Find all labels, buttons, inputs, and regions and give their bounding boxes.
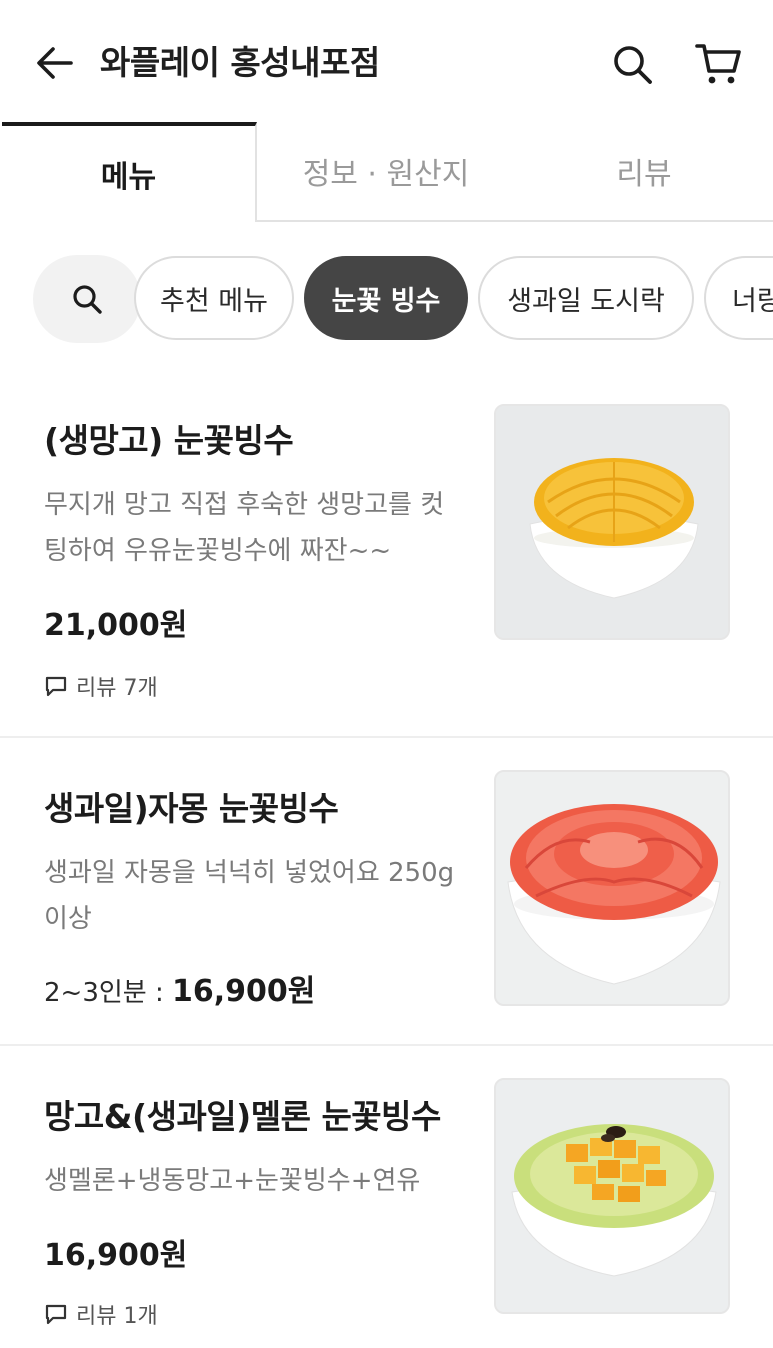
- comment-icon: [45, 676, 67, 697]
- search-icon: [73, 285, 102, 314]
- category-search-button[interactable]: [33, 255, 141, 343]
- cart-button[interactable]: [690, 38, 746, 90]
- store-tabs: 메뉴 정보 · 원산지 리뷰: [0, 122, 773, 224]
- menu-item-price: 16,900원: [44, 1238, 188, 1273]
- tab-review[interactable]: 리뷰: [515, 122, 773, 222]
- menu-item-image[interactable]: [494, 770, 730, 1006]
- menu-item-review-count[interactable]: 리뷰 1개: [44, 1298, 158, 1330]
- chip-next-category[interactable]: 너랑: [704, 256, 773, 340]
- back-button[interactable]: [32, 40, 78, 86]
- store-title: 와플레이 홍성내포점: [100, 43, 380, 82]
- arrow-left-icon: [37, 47, 73, 79]
- menu-item[interactable]: 생과일)자몽 눈꽃빙수 생과일 자몽을 넉넉히 넣었어요 250g이상 2~3인…: [0, 738, 773, 1044]
- price-value: 16,900원: [172, 974, 316, 1009]
- review-count-label: 리뷰 7개: [76, 676, 158, 701]
- serving-size-label: 2~3인분 :: [44, 978, 172, 1008]
- menu-item-image[interactable]: [494, 404, 730, 640]
- menu-item-price: 21,000원: [44, 608, 188, 643]
- menu-item-name: (생망고) 눈꽃빙수: [44, 421, 294, 460]
- menu-item-description: 생멜론+냉동망고+눈꽃빙수+연유: [44, 1166, 421, 1196]
- menu-item-name: 생과일)자몽 눈꽃빙수: [44, 789, 339, 828]
- mango-bingsu-image: [496, 406, 728, 638]
- mango-melon-bingsu-image: [496, 1080, 728, 1312]
- menu-item-image[interactable]: [494, 1078, 730, 1314]
- app-header: 와플레이 홍성내포점: [0, 0, 773, 122]
- menu-item-price: 2~3인분 : 16,900원: [44, 966, 315, 1010]
- cart-icon: [695, 44, 741, 84]
- menu-item-description: 무지개 망고 직접 후숙한 생망고를 컷팅하여 우유눈꽃빙수에 짜잔~~: [44, 490, 445, 566]
- menu-item[interactable]: 망고&(생과일)멜론 눈꽃빙수 생멜론+냉동망고+눈꽃빙수+연유 16,900원…: [0, 1046, 773, 1348]
- menu-item[interactable]: (생망고) 눈꽃빙수 무지개 망고 직접 후숙한 생망고를 컷팅하여 우유눈꽃빙…: [0, 380, 773, 738]
- tab-info-origin[interactable]: 정보 · 원산지: [257, 122, 515, 222]
- menu-item-review-count[interactable]: 리뷰 7개: [44, 670, 158, 702]
- review-count-label: 리뷰 1개: [76, 1304, 158, 1329]
- tab-menu[interactable]: 메뉴: [2, 122, 257, 222]
- grapefruit-bingsu-image: [496, 772, 728, 1004]
- menu-item-name: 망고&(생과일)멜론 눈꽃빙수: [44, 1097, 441, 1136]
- search-button[interactable]: [606, 38, 658, 90]
- chip-fresh-fruit-box[interactable]: 생과일 도시락: [478, 256, 694, 340]
- chip-recommended[interactable]: 추천 메뉴: [134, 256, 294, 340]
- search-icon: [614, 46, 652, 84]
- chip-snowflake-bingsu[interactable]: 눈꽃 빙수: [304, 256, 468, 340]
- category-chips: 추천 메뉴 눈꽃 빙수 생과일 도시락 너랑: [0, 252, 773, 344]
- menu-item-description: 생과일 자몽을 넉넉히 넣었어요 250g이상: [44, 858, 455, 934]
- comment-icon: [45, 1304, 67, 1325]
